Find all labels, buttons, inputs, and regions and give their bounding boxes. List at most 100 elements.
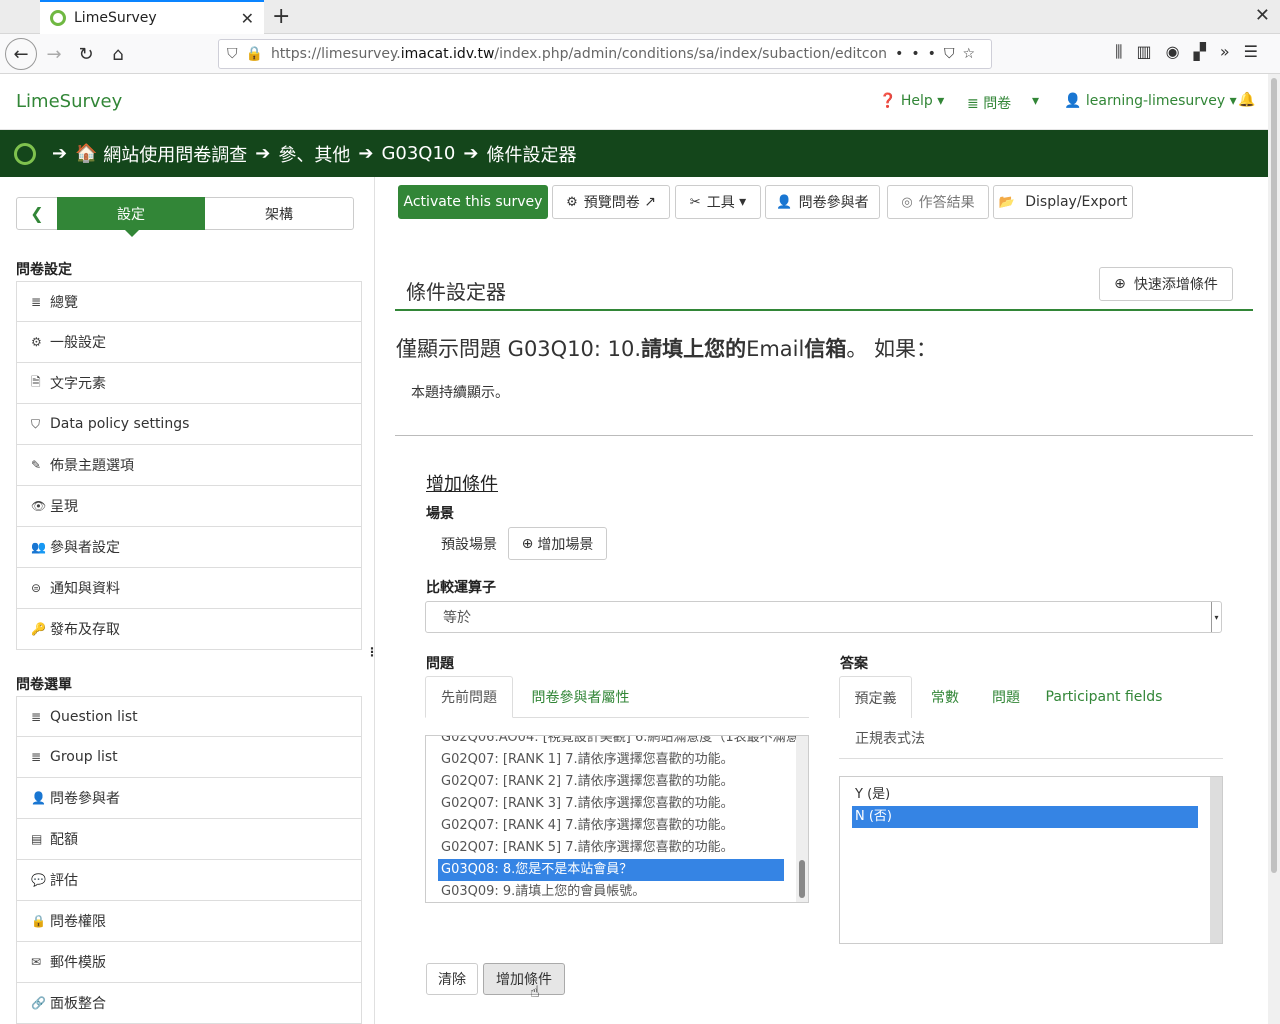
- sidebar-item-publication-access[interactable]: 🔑 發布及存取: [16, 609, 362, 650]
- surveys-menu[interactable]: ≣ 問卷: [967, 93, 1011, 113]
- sidebar-item-data-policy[interactable]: ⛉ Data policy settings: [16, 404, 362, 445]
- shield-icon: ⛉: [31, 416, 41, 431]
- sidebar-icon[interactable]: ▥: [1136, 42, 1165, 61]
- lock-icon[interactable]: 🔒: [246, 46, 263, 62]
- sidebar-item-email-templates[interactable]: ✉ 郵件模版: [16, 942, 362, 983]
- activate-survey-button[interactable]: Activate this survey: [398, 185, 548, 219]
- sidebar-item-label: 呈現: [50, 499, 78, 515]
- operator-select[interactable]: 等於 ▾: [425, 601, 1222, 633]
- tab-predefined[interactable]: 預定義: [839, 676, 912, 718]
- sidebar-item-assessments[interactable]: 💬 評估: [16, 860, 362, 901]
- forward-icon[interactable]: →: [40, 40, 68, 68]
- lock-icon: 🔒: [31, 914, 46, 928]
- responses-button[interactable]: ◎ 作答結果: [887, 185, 989, 219]
- sidebar-item-group-list[interactable]: ≣ Group list: [16, 737, 362, 778]
- add-condition-button[interactable]: 增加條件: [483, 963, 565, 995]
- sidebar-item-general-settings[interactable]: ⚙ 一般設定: [16, 322, 362, 363]
- shield-icon[interactable]: ⛉: [227, 46, 238, 62]
- list-item[interactable]: G03Q09: 9.請填上您的會員帳號。: [426, 881, 808, 902]
- list-item[interactable]: G02Q07: [RANK 2] 7.請依序選擇您喜歡的功能。: [426, 771, 808, 793]
- more-icon[interactable]: •••: [895, 46, 944, 62]
- home-crumb-icon[interactable]: 🏠: [75, 143, 97, 164]
- tab-constant[interactable]: 常數: [919, 676, 971, 718]
- list-item[interactable]: G02Q06:AO04: [視覺設計美觀] 6.網站滿意度（1表最不滿意: [426, 736, 808, 749]
- tab-participant-attributes[interactable]: 問卷參與者屬性: [523, 676, 638, 718]
- gears-icon: ⚙: [31, 335, 42, 349]
- browser-tab[interactable]: LimeSurvey ✕: [40, 0, 264, 34]
- close-tab-icon[interactable]: ✕: [241, 9, 254, 28]
- participants-label: 問卷參與者: [798, 195, 869, 211]
- breadcrumb-survey[interactable]: 網站使用問卷調查: [103, 141, 247, 167]
- sidebar-item-label: 問卷參與者: [50, 791, 120, 807]
- sidebar-item-notifications[interactable]: ⊜ 通知與資料: [16, 568, 362, 609]
- sidebar-item-text-elements[interactable]: 🗎 文字元素: [16, 363, 362, 404]
- list-item[interactable]: G02Q07: [RANK 3] 7.請依序選擇您喜歡的功能。: [426, 793, 808, 815]
- back-icon[interactable]: ←: [5, 38, 37, 70]
- sidebar-item-label: 評估: [50, 873, 78, 889]
- library-icon[interactable]: ⫼: [1115, 42, 1136, 61]
- sidebar-item-theme-options[interactable]: ✎ 佈景主題選項: [16, 445, 362, 486]
- sidebar-item-label: 佈景主題選項: [50, 458, 134, 474]
- list-item[interactable]: G02Q07: [RANK 5] 7.請依序選擇您喜歡的功能。: [426, 837, 808, 859]
- page-scrollbar-thumb[interactable]: [1271, 78, 1277, 873]
- question-listbox[interactable]: G02Q06:AO04: [視覺設計美觀] 6.網站滿意度（1表最不滿意 G02…: [425, 735, 809, 903]
- sidebar-item-overview[interactable]: ≣ 總覽: [16, 281, 362, 322]
- list-icon: ≣: [31, 709, 42, 724]
- preview-survey-button[interactable]: ⚙ 預覽問卷 ↗: [552, 185, 670, 219]
- url-text: https://limesurvey.imacat.idv.tw/index.p…: [271, 46, 887, 62]
- tab-participant-fields[interactable]: Participant fields: [1044, 676, 1164, 718]
- list-item-selected[interactable]: G03Q08: 8.您是不是本站會員？: [438, 859, 784, 881]
- question-list-scrollbar-thumb[interactable]: [799, 860, 805, 898]
- window-close-icon[interactable]: ✕: [1255, 5, 1270, 26]
- envelope-icon: ✉: [31, 955, 42, 969]
- answer-list-scrollbar[interactable]: [1210, 777, 1222, 943]
- quick-add-condition-button[interactable]: ⊕ 快速添增條件: [1099, 267, 1233, 301]
- list-item-selected[interactable]: N (否): [852, 806, 1198, 828]
- notification-bell-icon[interactable]: 🔔: [1238, 92, 1255, 108]
- tab-previous-questions[interactable]: 先前問題: [425, 676, 513, 718]
- url-actions[interactable]: •••⛉☆: [895, 46, 983, 62]
- collapse-sidebar-button[interactable]: ❮: [16, 197, 58, 230]
- sidebar-item-presentation[interactable]: 👁 呈現: [16, 486, 362, 527]
- bookmark-star-icon[interactable]: ☆: [962, 46, 983, 62]
- user-menu[interactable]: 👤 learning-limesurvey ▾: [1064, 93, 1237, 109]
- list-item[interactable]: Y (是): [840, 784, 1222, 806]
- sidebar-item-panel-integration[interactable]: 🔗 面板整合: [16, 983, 362, 1024]
- tab-settings[interactable]: 設定: [57, 197, 205, 237]
- list-item[interactable]: G02Q07: [RANK 4] 7.請依序選擇您喜歡的功能。: [426, 815, 808, 837]
- tools-dropdown-button[interactable]: ✂ 工具 ▾: [675, 185, 761, 219]
- reload-icon[interactable]: ↻: [72, 40, 100, 68]
- answer-listbox[interactable]: Y (是) N (否): [839, 776, 1223, 944]
- tab-regex[interactable]: 正規表式法: [839, 720, 941, 756]
- account-icon[interactable]: ◉: [1166, 42, 1194, 61]
- question-list-scrollbar[interactable]: [796, 736, 808, 902]
- menu-icon[interactable]: ☰: [1244, 42, 1272, 61]
- sidebar-item-participants[interactable]: 👤 問卷參與者: [16, 778, 362, 819]
- page-scrollbar[interactable]: [1268, 74, 1280, 1024]
- overflow-icon[interactable]: »: [1220, 42, 1244, 61]
- tab-structure[interactable]: 架構: [205, 197, 354, 230]
- sidebar-item-question-list[interactable]: ≣ Question list: [16, 696, 362, 737]
- participants-button[interactable]: 👤 問卷參與者: [765, 185, 880, 219]
- sidebar-item-quotas[interactable]: ▤ 配額: [16, 819, 362, 860]
- sidebar-resize-handle-icon[interactable]: ⋮: [366, 645, 378, 659]
- display-export-button[interactable]: 📂 Display/Export: [993, 185, 1133, 219]
- brand-logo-text[interactable]: LimeSurvey: [16, 91, 122, 112]
- add-scenario-button[interactable]: ⊕ 增加場景: [508, 527, 607, 560]
- pocket-icon[interactable]: ⛉: [944, 46, 963, 62]
- page-title: 條件設定器: [406, 280, 506, 304]
- help-menu[interactable]: ❓ Help ▾: [879, 93, 944, 109]
- url-bar[interactable]: ⛉ 🔒 https://limesurvey.imacat.idv.tw/ind…: [218, 39, 992, 69]
- new-tab-icon[interactable]: +: [272, 4, 290, 29]
- home-icon[interactable]: ⌂: [104, 40, 132, 68]
- extensions-icon[interactable]: ▞: [1194, 42, 1220, 61]
- list-icon: ≣: [31, 294, 42, 309]
- sidebar-item-participant-settings[interactable]: 👥 參與者設定: [16, 527, 362, 568]
- surveys-dropdown-toggle[interactable]: ▾: [1032, 93, 1039, 109]
- tab-question[interactable]: 問題: [980, 676, 1032, 718]
- clear-button[interactable]: 清除: [426, 963, 478, 995]
- breadcrumb-question[interactable]: G03Q10: [381, 143, 455, 164]
- sidebar-item-permissions[interactable]: 🔒 問卷權限: [16, 901, 362, 942]
- breadcrumb-group[interactable]: 參、其他: [278, 141, 350, 167]
- list-item[interactable]: G02Q07: [RANK 1] 7.請依序選擇您喜歡的功能。: [426, 749, 808, 771]
